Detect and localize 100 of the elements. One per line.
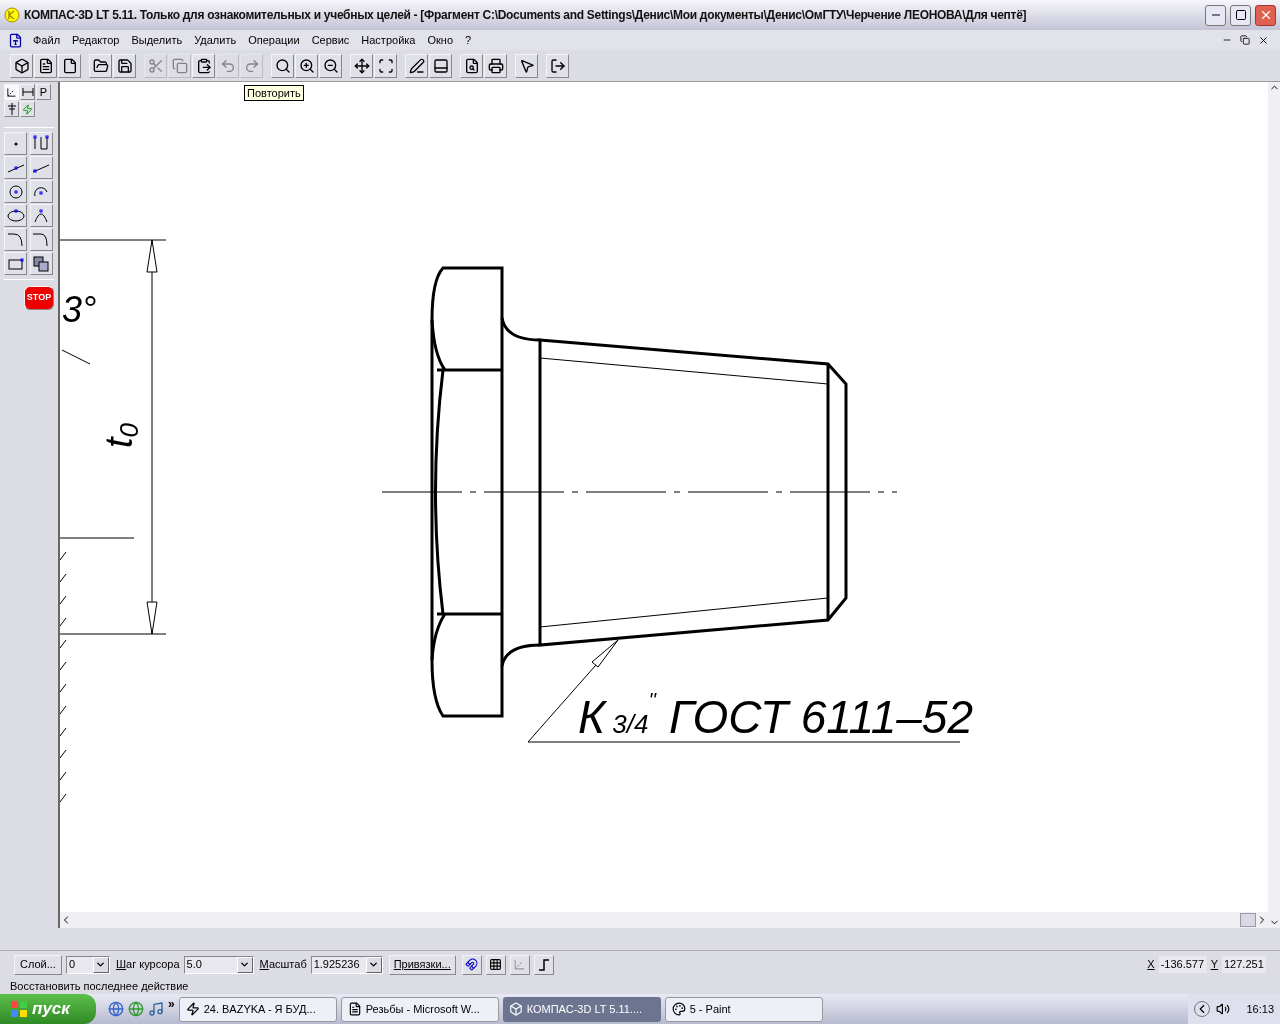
coordinate-label: X — [1147, 957, 1155, 973]
toolbar-button[interactable] — [515, 53, 538, 78]
redo-icon — [243, 57, 260, 74]
menu-item[interactable]: ? — [459, 31, 478, 49]
menu-item[interactable]: Операции — [242, 31, 306, 49]
field-label: Масштаб — [259, 957, 307, 973]
tool-button[interactable] — [29, 228, 53, 251]
toolbar-button[interactable] — [89, 53, 112, 78]
menu-item[interactable]: Редактор — [66, 31, 126, 49]
windows-logo-icon — [10, 1000, 28, 1018]
document-icon — [347, 1002, 362, 1016]
toolbar-button[interactable] — [192, 53, 215, 78]
tooltip: Повторить — [244, 85, 304, 101]
close-button[interactable] — [1255, 4, 1276, 26]
tool-button[interactable] — [4, 204, 27, 227]
dropdown-field[interactable]: 1.925236 — [310, 955, 383, 974]
dropdown-field[interactable]: 5.0 — [183, 955, 254, 974]
tool-button[interactable] — [4, 180, 27, 203]
menu-item[interactable]: Настройка — [355, 31, 422, 49]
more-button[interactable]: » — [168, 995, 175, 1013]
step-icon — [537, 958, 550, 971]
toolbar-button[interactable] — [484, 53, 507, 78]
zoom-out-icon — [322, 57, 339, 74]
toolbar-button[interactable] — [460, 53, 483, 78]
point-icon — [13, 141, 18, 146]
dropdown-button[interactable] — [92, 956, 109, 973]
field-label: Шаг курсора — [115, 957, 180, 973]
edit-icon — [22, 103, 33, 115]
toolbar-button[interactable] — [533, 954, 554, 975]
toolbar-button[interactable] — [374, 53, 397, 78]
pan-icon — [353, 57, 370, 74]
paste-icon — [195, 57, 212, 74]
tool-button[interactable] — [29, 156, 53, 179]
coordinate-field: 127.251 — [1222, 956, 1266, 973]
panel-icon — [432, 57, 449, 74]
tool-button[interactable] — [29, 252, 53, 275]
maximize-button[interactable] — [1230, 4, 1251, 26]
media-player-icon[interactable] — [148, 1001, 164, 1017]
menu-item[interactable]: Удалить — [188, 31, 243, 49]
field-value: 5.0 — [185, 957, 203, 973]
toolbar-button[interactable] — [295, 53, 318, 78]
hatch-icon — [31, 253, 51, 274]
tool-button[interactable] — [29, 204, 53, 227]
toolbar-button[interactable] — [319, 53, 342, 78]
dropdown-field[interactable]: 0 — [65, 955, 110, 974]
toolbar-button[interactable] — [485, 954, 506, 975]
menu-item[interactable]: Файл — [27, 31, 67, 49]
toolbar-button[interactable] — [546, 53, 569, 78]
globe-icon[interactable] — [128, 1001, 144, 1017]
axes-icon — [513, 958, 527, 971]
status-text: Восстановить последнее действие — [10, 978, 189, 994]
save-icon — [116, 57, 133, 74]
menu-item[interactable]: Сервис — [305, 31, 356, 49]
layer-button[interactable]: Слой... — [14, 954, 62, 975]
toolbar-button[interactable] — [461, 954, 482, 975]
tool-button[interactable] — [4, 252, 27, 275]
toolbar-button[interactable] — [34, 53, 57, 78]
open-folder-icon — [92, 57, 109, 74]
3d-part-icon — [13, 57, 30, 74]
grid-icon — [489, 958, 503, 971]
dropdown-button[interactable] — [365, 956, 382, 973]
dropdown-button[interactable] — [236, 956, 253, 973]
minimize-button[interactable] — [1205, 4, 1226, 26]
toolbar-button[interactable] — [405, 53, 428, 78]
taskbar-button[interactable]: Резьбы - Microsoft W... — [340, 996, 499, 1022]
taskbar-button[interactable]: КОМПАС-3D LT 5.11.... — [502, 996, 661, 1022]
toolbar-button[interactable] — [271, 53, 294, 78]
stop-button[interactable]: STOP — [24, 286, 54, 310]
speaker-icon[interactable] — [1216, 1002, 1231, 1016]
toolbar-button[interactable] — [10, 53, 33, 78]
panel-tab[interactable]: Р — [36, 84, 51, 100]
toolbar-button[interactable] — [350, 53, 373, 78]
panel-tab[interactable] — [20, 84, 35, 100]
toolbar-button[interactable] — [113, 53, 136, 78]
print-icon — [487, 57, 504, 74]
search-icon — [274, 57, 291, 74]
taskbar-button[interactable]: 5 - Paint — [664, 996, 823, 1022]
browser-icon[interactable] — [108, 1001, 124, 1017]
toolbar-button[interactable] — [4, 101, 19, 117]
vertical-scrollbar[interactable] — [1268, 82, 1280, 928]
pin-icon — [6, 103, 17, 115]
preview-icon — [463, 57, 480, 74]
angle-label: 3° — [62, 289, 97, 330]
toolbar-button[interactable] — [429, 53, 452, 78]
coordinate-label: Y — [1210, 957, 1218, 973]
menu-item[interactable]: Выделить — [125, 31, 189, 49]
tool-button[interactable] — [4, 156, 27, 179]
dimension-icon — [21, 87, 34, 97]
toolbar-button[interactable] — [58, 53, 81, 78]
menu-item[interactable]: Окно — [421, 31, 459, 49]
tool-button[interactable] — [4, 228, 27, 251]
horizontal-scrollbar[interactable] — [60, 912, 1268, 928]
taskbar-button[interactable]: 24. BAZYKA - Я БУД... — [178, 996, 337, 1022]
snaps-button[interactable]: Привязки... — [388, 954, 456, 975]
scroll-thumb[interactable] — [1240, 913, 1256, 927]
tool-button[interactable] — [29, 180, 53, 203]
tool-button[interactable] — [29, 132, 53, 155]
window-title: КОМПАС-3D LT 5.11. Только для ознакомительных и учебных целей - [Фрагмент C:\Documents and Settings\Денис\Мои документы\Денис\ОмГТУ\Черчение ЛЕОНОВА\Для чептё] — [24, 7, 1028, 24]
coordinate-field: -136.577 — [1158, 956, 1207, 973]
cut-icon — [147, 57, 164, 74]
